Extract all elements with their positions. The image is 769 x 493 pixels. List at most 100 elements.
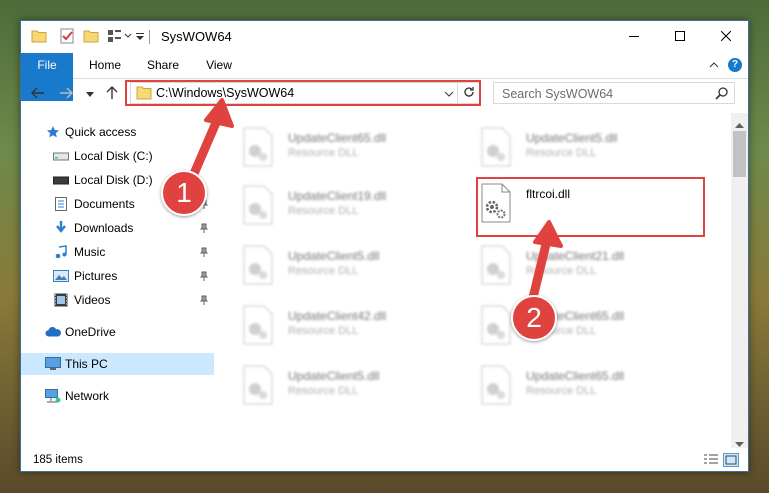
nav-item-onedrive[interactable]: OneDrive	[21, 321, 214, 343]
nav-item-label: OneDrive	[65, 325, 116, 339]
folder-icon	[31, 28, 47, 46]
file-type: Resource DLL	[288, 205, 359, 217]
star-icon	[45, 125, 61, 139]
expand-ribbon-icon[interactable]	[708, 59, 720, 74]
nav-item-label: Pictures	[74, 269, 118, 283]
nav-item-label: Documents	[74, 197, 135, 211]
nav-item-label: Downloads	[74, 221, 134, 235]
large-icons-view-icon[interactable]	[723, 453, 739, 467]
scrollbar-thumb[interactable]	[733, 131, 746, 177]
dll-file-icon	[243, 245, 273, 285]
file-item[interactable]: UpdateClient65.dll Resource DLL	[218, 123, 448, 171]
maximize-icon	[675, 30, 685, 44]
file-name: UpdateClient19.dll	[288, 189, 387, 203]
step-1-badge: 1	[161, 170, 207, 216]
properties-icon[interactable]	[59, 28, 75, 46]
file-list: UpdateClient65.dll Resource DLL UpdateCl…	[218, 113, 731, 443]
file-type: Resource DLL	[526, 147, 597, 159]
file-item[interactable]: UpdateClient19.dll Resource DLL	[218, 181, 448, 229]
nav-item-quick-access[interactable]: Quick access	[21, 121, 214, 143]
nav-item-videos[interactable]: Videos	[21, 289, 214, 311]
network-icon	[45, 389, 61, 403]
search-icon[interactable]	[715, 87, 728, 103]
dll-file-icon	[243, 185, 273, 225]
minimize-button[interactable]	[611, 21, 657, 53]
search-placeholder: Search SysWOW64	[502, 87, 614, 101]
videos-icon	[53, 293, 69, 307]
title-bar: SysWOW64	[21, 21, 748, 53]
downloads-icon	[53, 221, 69, 235]
chevron-down-icon[interactable]	[135, 28, 145, 46]
details-view-icon[interactable]	[703, 453, 719, 467]
window-title: SysWOW64	[161, 29, 232, 44]
close-icon	[720, 30, 732, 44]
monitor-icon	[45, 357, 61, 371]
dll-file-icon	[243, 305, 273, 345]
new-folder-icon[interactable]	[83, 28, 99, 46]
nav-item-label: Local Disk (D:)	[74, 173, 153, 187]
back-button[interactable]	[29, 85, 47, 103]
arrow-right-icon	[59, 87, 73, 102]
nav-item-network[interactable]: Network	[21, 385, 214, 407]
status-bar: 185 items	[21, 449, 748, 471]
item-count: 185 items	[33, 454, 83, 466]
file-name: UpdateClient42.dll	[288, 309, 387, 323]
tab-home[interactable]: Home	[79, 53, 131, 78]
step-2-badge: 2	[511, 295, 557, 341]
dll-file-icon	[481, 245, 511, 285]
file-type: Resource DLL	[526, 265, 597, 277]
arrow-up-icon	[106, 85, 118, 103]
file-type: Resource DLL	[526, 385, 597, 397]
maximize-button[interactable]	[657, 21, 703, 53]
file-type: Resource DLL	[288, 147, 359, 159]
pin-icon[interactable]	[199, 294, 209, 308]
navigation-pane: Quick access Local Disk (C:) Local Disk …	[21, 113, 214, 443]
file-item[interactable]: UpdateClient5.dll Resource DLL	[218, 361, 448, 409]
title-separator	[149, 30, 150, 44]
nav-item-music[interactable]: Music	[21, 241, 214, 263]
pin-icon[interactable]	[199, 246, 209, 260]
dll-file-icon	[481, 365, 511, 405]
pin-icon[interactable]	[199, 270, 209, 284]
pictures-icon	[53, 269, 69, 283]
scroll-up-icon[interactable]	[735, 117, 744, 131]
minimize-icon	[629, 30, 639, 44]
file-name: UpdateClient65.dll	[526, 369, 625, 383]
file-item[interactable]: UpdateClient5.dll Resource DLL	[456, 123, 686, 171]
file-item[interactable]: UpdateClient65.dll Resource DLL	[456, 361, 686, 409]
vertical-scrollbar[interactable]	[731, 113, 748, 448]
file-item[interactable]: UpdateClient5.dll Resource DLL	[218, 241, 448, 289]
search-input[interactable]: Search SysWOW64	[493, 82, 735, 104]
help-icon[interactable]: ?	[728, 58, 742, 72]
nav-item-pictures[interactable]: Pictures	[21, 265, 214, 287]
ribbon-tabs: File Home Share View ?	[21, 53, 748, 101]
arrow-left-icon	[31, 87, 45, 102]
tab-share[interactable]: Share	[137, 53, 189, 78]
file-item[interactable]: UpdateClient65.dll Resource DLL	[456, 301, 686, 349]
chevron-down-icon	[86, 87, 94, 101]
forward-button[interactable]	[57, 85, 75, 103]
file-name: UpdateClient5.dll	[288, 249, 380, 263]
nav-item-downloads[interactable]: Downloads	[21, 217, 214, 239]
music-icon	[53, 245, 69, 259]
file-type: Resource DLL	[288, 325, 359, 337]
file-name: UpdateClient5.dll	[526, 131, 618, 145]
nav-item-this-pc[interactable]: This PC	[21, 353, 214, 375]
dll-file-icon	[481, 305, 511, 345]
nav-item-label: Network	[65, 389, 110, 403]
tab-view[interactable]: View	[193, 53, 245, 78]
file-item[interactable]: UpdateClient42.dll Resource DLL	[218, 301, 448, 349]
pin-icon[interactable]	[199, 222, 209, 236]
nav-item-label: Videos	[74, 293, 111, 307]
nav-item-label: This PC	[65, 357, 108, 371]
file-name: UpdateClient65.dll	[288, 131, 387, 145]
customize-qa-icon[interactable]	[107, 28, 133, 46]
up-button[interactable]	[103, 85, 121, 103]
file-item[interactable]: UpdateClient21.dll Resource DLL	[456, 241, 686, 289]
recent-locations-button[interactable]	[81, 85, 99, 103]
file-type: Resource DLL	[288, 385, 359, 397]
close-button[interactable]	[703, 21, 748, 53]
drive-icon	[53, 149, 69, 163]
nav-item-label: Music	[74, 245, 106, 259]
nav-item-local-disk-c[interactable]: Local Disk (C:)	[21, 145, 214, 167]
